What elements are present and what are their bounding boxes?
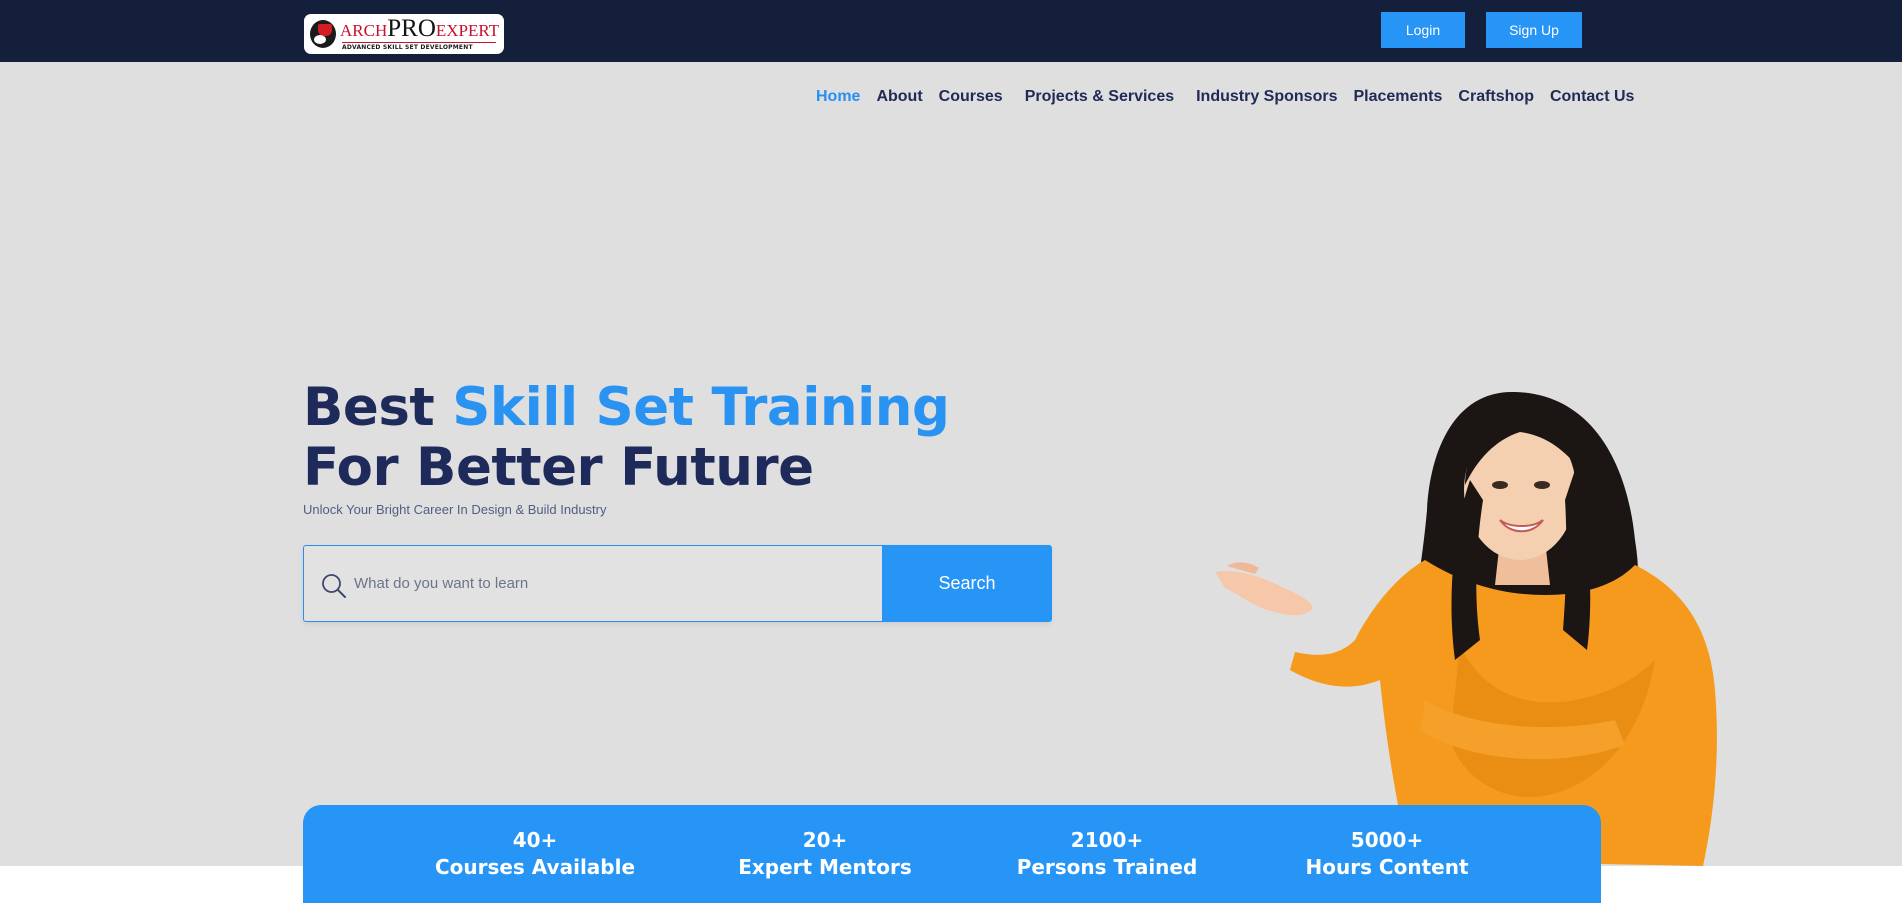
top-bar: ARCHPROEXPERT ADVANCED SKILL SET DEVELOP… (0, 0, 1902, 62)
stats-banner: 40+ Courses Available 20+ Expert Mentors… (303, 805, 1601, 903)
search-icon (322, 574, 346, 598)
logo-tagline: ADVANCED SKILL SET DEVELOPMENT (342, 42, 496, 51)
nav-item-courses[interactable]: Courses (939, 88, 1003, 106)
login-button[interactable]: Login (1381, 12, 1465, 48)
logo-word-arch: ARCH (340, 21, 388, 40)
stat-value: 20+ (802, 828, 848, 852)
stat-label: Hours Content (1305, 855, 1469, 879)
hero-title-accent: Skill Set Training (452, 377, 950, 438)
hero-title: Best Skill Set Training For Better Futur… (303, 378, 1023, 498)
stat-mentors: 20+ Expert Mentors (715, 827, 935, 881)
stat-trained: 2100+ Persons Trained (997, 827, 1217, 881)
stat-label: Courses Available (434, 855, 636, 879)
hero-title-part2: For Better Future (303, 437, 814, 498)
main-nav: Home About Courses Projects & Services I… (816, 88, 1650, 106)
stat-hours: 5000+ Hours Content (1277, 827, 1497, 881)
search-button[interactable]: Search (882, 545, 1052, 622)
search-input[interactable] (354, 546, 874, 621)
logo-emblem-icon (310, 20, 336, 48)
stat-value: 5000+ (1350, 828, 1424, 852)
stat-value: 40+ (512, 828, 558, 852)
course-search-bar: Search (303, 545, 1052, 622)
nav-item-home[interactable]: Home (816, 88, 860, 106)
nav-item-about[interactable]: About (876, 88, 922, 106)
logo-word-pro: PRO (387, 15, 436, 42)
hero-person-illustration (1215, 391, 1717, 866)
logo-wordmark: ARCHPROEXPERT (340, 15, 500, 44)
hero-title-part1: Best (303, 377, 453, 438)
nav-item-craftshop[interactable]: Craftshop (1458, 88, 1534, 106)
nav-item-projects-services[interactable]: Projects & Services (1025, 88, 1174, 106)
logo-word-expert: EXPERT (435, 21, 500, 40)
nav-item-placements[interactable]: Placements (1353, 88, 1442, 106)
stat-courses: 40+ Courses Available (425, 827, 645, 881)
stat-value: 2100+ (1070, 828, 1144, 852)
archproexpert-logo[interactable]: ARCHPROEXPERT ADVANCED SKILL SET DEVELOP… (304, 14, 504, 54)
signup-button[interactable]: Sign Up (1486, 12, 1582, 48)
hero-subtitle: Unlock Your Bright Career In Design & Bu… (303, 502, 607, 517)
nav-item-contact-us[interactable]: Contact Us (1550, 88, 1634, 106)
nav-item-industry-sponsors[interactable]: Industry Sponsors (1196, 88, 1337, 106)
stat-label: Expert Mentors (738, 855, 912, 879)
stat-label: Persons Trained (1016, 855, 1198, 879)
